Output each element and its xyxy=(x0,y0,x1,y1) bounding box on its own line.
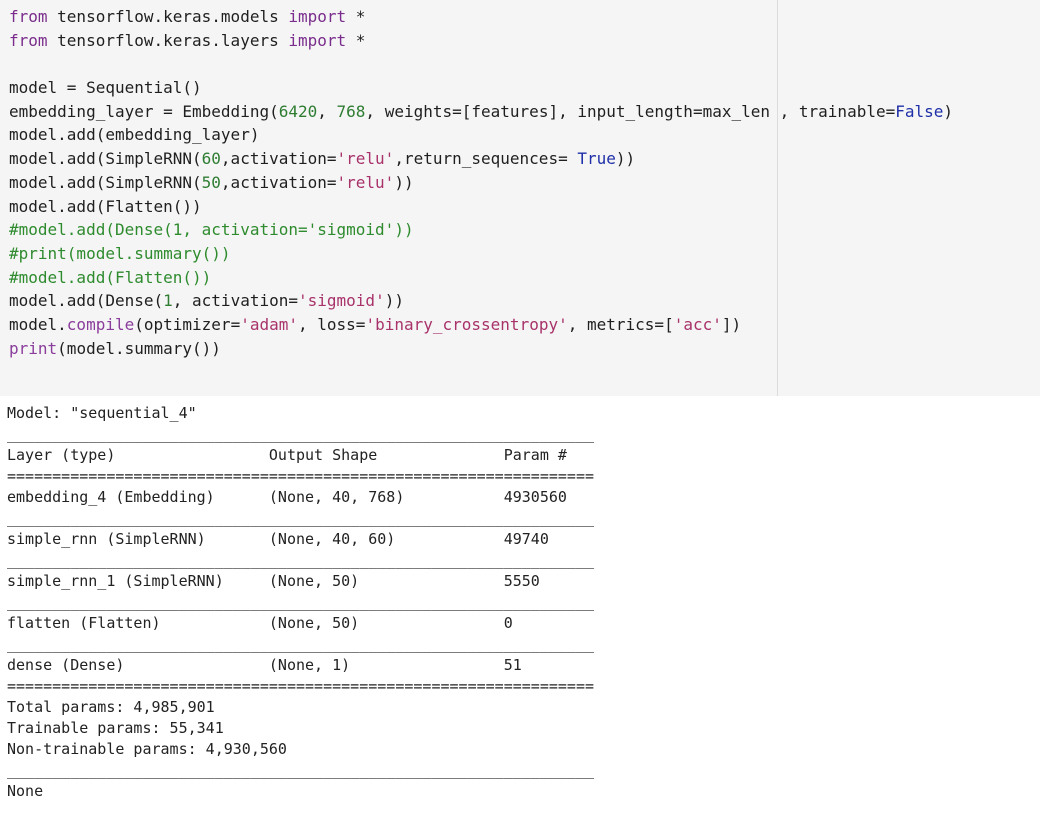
code-token: 'relu' xyxy=(336,172,395,192)
code-token: from xyxy=(9,7,48,26)
output-line: ________________________________________… xyxy=(7,551,594,569)
code-token: 768 xyxy=(336,101,366,121)
code-token: ,activation= xyxy=(220,172,337,192)
code-token: * xyxy=(346,7,366,26)
code-line[interactable]: print(model.summary()) xyxy=(9,337,953,361)
output-line: ________________________________________… xyxy=(7,761,594,779)
code-token: ]) xyxy=(721,314,742,334)
line-length-ruler xyxy=(777,0,778,396)
output-line: ________________________________________… xyxy=(7,509,594,527)
code-token: 50 xyxy=(201,172,221,192)
code-token: False xyxy=(895,101,944,121)
code-token: )) xyxy=(384,291,404,311)
output-line: ========================================… xyxy=(7,677,594,695)
code-token: from xyxy=(9,30,48,50)
output-line: ________________________________________… xyxy=(7,425,594,443)
code-token: tensorflow.keras.layers xyxy=(47,30,289,50)
code-line[interactable]: model.compile(optimizer='adam', loss='bi… xyxy=(9,313,953,337)
code-line[interactable]: embedding_layer = Embedding(6420, 768, w… xyxy=(9,100,953,124)
code-line[interactable]: #print(model.summary()) xyxy=(9,242,953,266)
code-token: 60 xyxy=(201,149,221,169)
output-line: Non-trainable params: 4,930,560 xyxy=(7,740,287,758)
code-line[interactable]: model.add(embedding_layer) xyxy=(9,123,953,147)
output-line: Trainable params: 55,341 xyxy=(7,719,224,737)
code-token: model.add(Flatten()) xyxy=(9,196,202,216)
code-token: tensorflow.keras.models xyxy=(47,7,289,26)
code-line[interactable]: #model.add(Dense(1, activation='sigmoid'… xyxy=(9,218,953,242)
code-token: 1 xyxy=(163,291,173,311)
code-token: print xyxy=(9,338,58,358)
code-token: model = Sequential() xyxy=(9,78,202,98)
output-line: None xyxy=(7,782,44,800)
code-token: 'adam' xyxy=(240,314,298,334)
code-line[interactable] xyxy=(9,52,953,76)
code-token: 'binary_crossentropy' xyxy=(365,314,568,334)
code-line[interactable]: model.add(SimpleRNN(60,activation='relu'… xyxy=(9,147,953,171)
output-line: simple_rnn (SimpleRNN) (None, 40, 60) 49… xyxy=(7,530,594,548)
code-token: , activation= xyxy=(172,291,298,311)
code-line[interactable]: model.add(Dense(1, activation='sigmoid')… xyxy=(9,289,953,313)
code-token: #model.add(Dense(1, activation='sigmoid'… xyxy=(9,220,414,240)
code-editor[interactable]: from tensorflow.keras.models import * fro… xyxy=(9,5,953,360)
code-token: #model.add(Flatten()) xyxy=(9,267,212,287)
output-line: embedding_4 (Embedding) (None, 40, 768) … xyxy=(7,488,594,506)
code-line[interactable]: model.add(SimpleRNN(50,activation='relu'… xyxy=(9,171,953,195)
code-token: import xyxy=(288,7,347,26)
code-token: , loss= xyxy=(298,314,366,334)
code-token: #print(model.summary()) xyxy=(9,243,231,263)
code-token: , weights=[features], input_length=max_l… xyxy=(365,101,896,121)
code-token: model.add(SimpleRNN( xyxy=(9,172,202,192)
code-token: import xyxy=(288,30,347,50)
cell-output: Model: "sequential_4" ___________________… xyxy=(7,403,594,802)
code-line[interactable]: from tensorflow.keras.layers import * xyxy=(9,29,953,53)
code-line[interactable]: #model.add(Flatten()) xyxy=(9,266,953,290)
code-token: (model.summary()) xyxy=(57,338,221,358)
code-token: 'acc' xyxy=(673,314,722,334)
code-token: model.add(Dense( xyxy=(9,291,164,311)
code-token: compile xyxy=(66,314,135,334)
code-token: * xyxy=(346,30,366,50)
output-line: simple_rnn_1 (SimpleRNN) (None, 50) 5550 xyxy=(7,572,594,590)
code-token: embedding_layer = Embedding( xyxy=(9,101,279,121)
output-line: Model: "sequential_4" xyxy=(7,404,197,422)
code-token: ,return_sequences= xyxy=(394,149,578,169)
output-line: ________________________________________… xyxy=(7,593,594,611)
output-line: flatten (Flatten) (None, 50) 0 xyxy=(7,614,594,632)
output-line: ________________________________________… xyxy=(7,635,594,653)
code-token: )) xyxy=(615,149,636,169)
code-token: True xyxy=(577,149,616,169)
code-token: ,activation= xyxy=(220,149,337,169)
code-token: (optimizer= xyxy=(134,314,241,334)
code-token: , metrics=[ xyxy=(567,314,674,334)
output-line: Total params: 4,985,901 xyxy=(7,698,215,716)
code-token: 6420 xyxy=(278,101,318,121)
code-token: 'relu' xyxy=(336,149,395,169)
code-input-cell[interactable]: from tensorflow.keras.models import * fro… xyxy=(0,0,1040,396)
code-token: )) xyxy=(394,172,414,192)
code-token: ) xyxy=(943,101,954,121)
code-line[interactable]: model = Sequential() xyxy=(9,76,953,100)
output-line: ========================================… xyxy=(7,467,594,485)
code-line[interactable]: from tensorflow.keras.models import * xyxy=(9,5,953,29)
code-token: , xyxy=(317,101,337,121)
code-token: model.add(embedding_layer) xyxy=(9,125,260,145)
output-line: Layer (type) Output Shape Param # xyxy=(7,446,594,464)
code-token: model.add(SimpleRNN( xyxy=(9,149,202,169)
output-line: dense (Dense) (None, 1) 51 xyxy=(7,656,594,674)
code-line[interactable]: model.add(Flatten()) xyxy=(9,195,953,219)
code-token: model. xyxy=(9,314,67,334)
code-token: 'sigmoid' xyxy=(298,291,385,311)
